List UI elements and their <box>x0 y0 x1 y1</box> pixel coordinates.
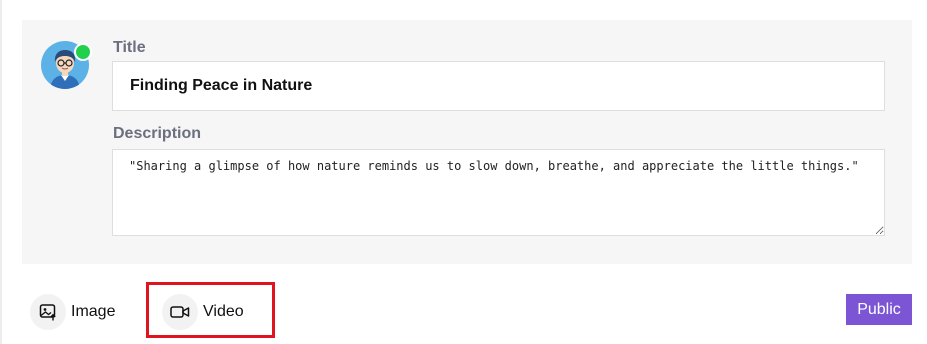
description-label: Description <box>113 125 202 142</box>
image-upload-icon <box>30 294 66 330</box>
add-image-button[interactable]: Image <box>30 292 115 332</box>
visibility-public-button[interactable]: Public <box>846 294 912 325</box>
description-textarea[interactable]: "Sharing a glimpse of how nature reminds… <box>112 149 885 236</box>
title-label: Title <box>113 39 146 56</box>
page-edge <box>0 0 2 344</box>
image-button-label: Image <box>71 303 116 320</box>
online-status-dot <box>74 43 92 61</box>
title-input[interactable] <box>112 61 885 111</box>
video-button-highlight <box>146 282 275 338</box>
